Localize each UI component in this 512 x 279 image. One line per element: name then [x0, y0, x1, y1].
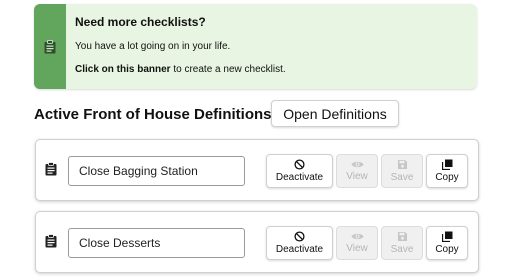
save-label: Save [390, 172, 414, 183]
checklist-card: Deactivate View Save Copy [35, 139, 479, 201]
checklist-card: Deactivate View Save Copy [35, 211, 479, 273]
view-button[interactable]: View [336, 154, 378, 188]
create-checklist-banner[interactable]: Need more checklists? You have a lot goi… [34, 4, 477, 89]
banner-title: Need more checklists? [75, 15, 206, 29]
open-definitions-button[interactable]: Open Definitions [271, 100, 399, 127]
save-button[interactable]: Save [381, 154, 423, 188]
deactivate-label: Deactivate [275, 244, 324, 255]
clipboard-icon [44, 39, 56, 54]
copy-button[interactable]: Copy [426, 154, 468, 188]
save-label: Save [390, 244, 414, 255]
block-icon [294, 159, 305, 170]
copy-icon [441, 159, 453, 170]
floppy-disk-icon [397, 231, 408, 242]
block-icon [294, 231, 305, 242]
eye-icon [351, 160, 364, 169]
banner-icon-strip [34, 4, 66, 89]
copy-icon [441, 231, 453, 242]
view-label: View [346, 243, 368, 254]
view-button[interactable]: View [336, 226, 378, 260]
deactivate-button[interactable]: Deactivate [266, 154, 333, 188]
banner-cta: Click on this banner to create a new che… [75, 64, 286, 75]
copy-label: Copy [435, 244, 459, 255]
save-button[interactable]: Save [381, 226, 423, 260]
clipboard-icon [45, 162, 57, 176]
banner-message: You have a lot going on in your life. [75, 41, 231, 52]
deactivate-label: Deactivate [275, 172, 324, 183]
checklist-name-input[interactable] [68, 156, 245, 186]
copy-label: Copy [435, 172, 459, 183]
section-heading: Active Front of House Definitions (9) [34, 106, 295, 123]
clipboard-icon [45, 234, 57, 248]
deactivate-button[interactable]: Deactivate [266, 226, 333, 260]
eye-icon [351, 232, 364, 241]
floppy-disk-icon [397, 159, 408, 170]
copy-button[interactable]: Copy [426, 226, 468, 260]
banner-content: Need more checklists? You have a lot goi… [66, 4, 286, 89]
banner-cta-rest: to create a new checklist. [170, 64, 286, 75]
banner-cta-bold: Click on this banner [75, 64, 171, 75]
checklist-name-input[interactable] [68, 228, 245, 258]
view-label: View [346, 171, 368, 182]
